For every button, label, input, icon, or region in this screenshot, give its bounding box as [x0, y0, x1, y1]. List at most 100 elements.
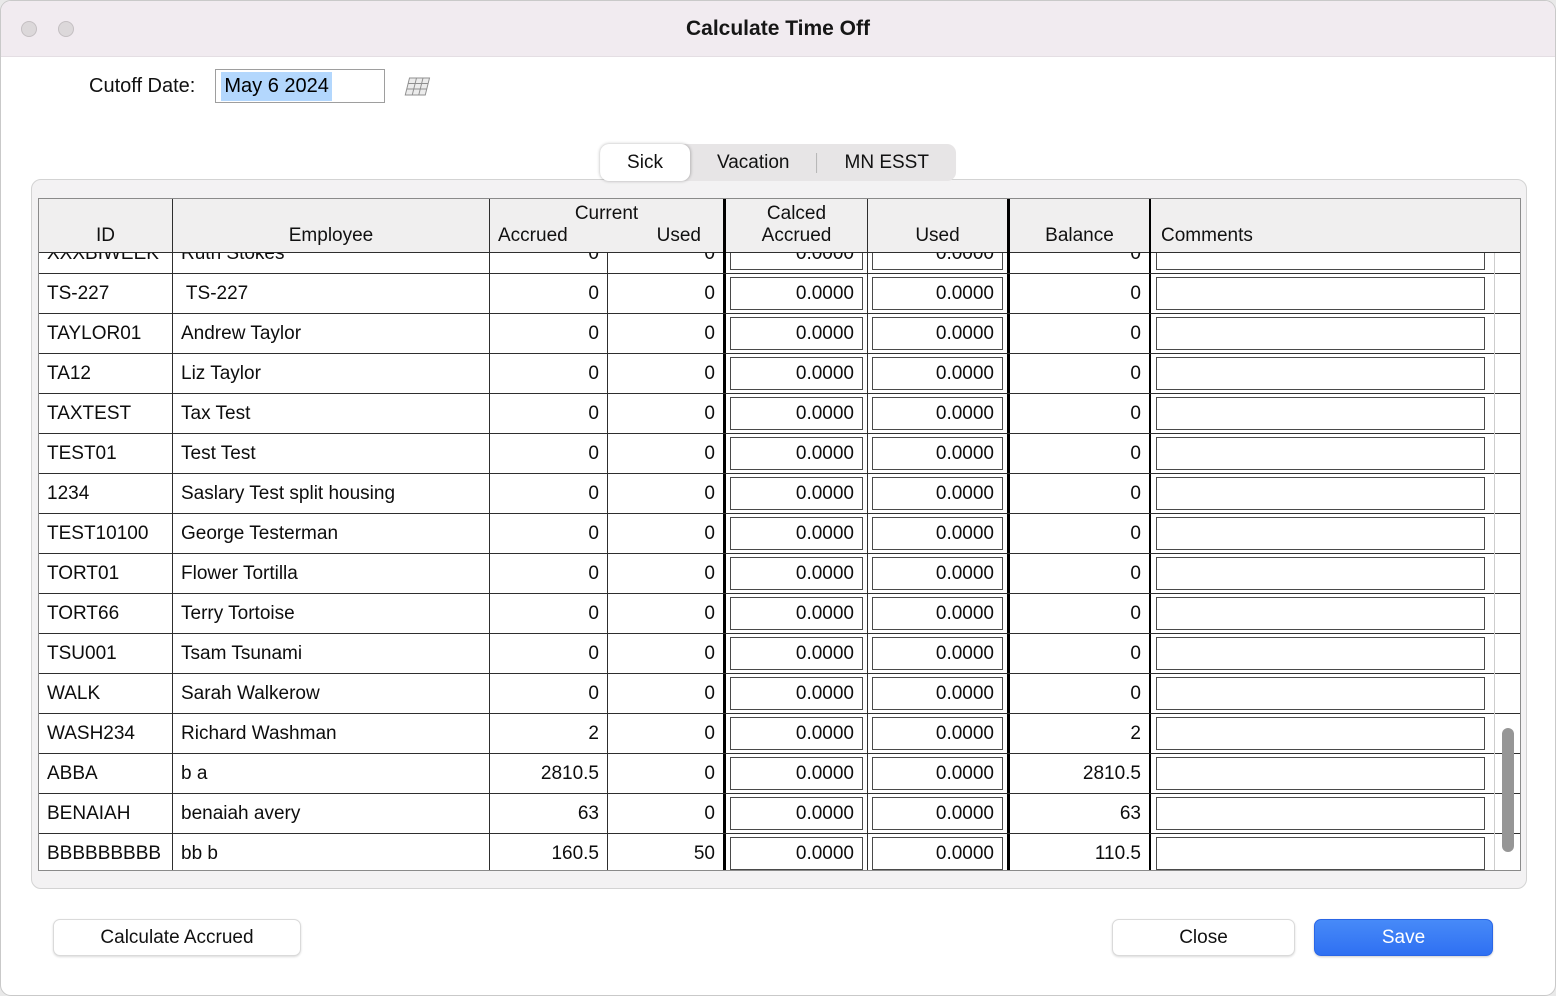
calced-accrued-field[interactable]: 0.0000 [730, 397, 863, 430]
comment-field[interactable] [1156, 717, 1485, 750]
calced-used-field[interactable]: 0.0000 [872, 397, 1003, 430]
table-row: BBBBBBBBB bb b 160.5 50 0.0000 0.0000 11… [39, 834, 1520, 870]
calced-used-field[interactable]: 0.0000 [872, 437, 1003, 470]
cell-calced-used: 0.0000 [868, 834, 1010, 870]
table-row: ABBA b a 2810.5 0 0.0000 0.0000 2810.5 [39, 754, 1520, 794]
cell-current-accrued: 2810.5 [490, 754, 608, 793]
tab-vacation[interactable]: Vacation [690, 144, 817, 181]
calced-accrued-field[interactable]: 0.0000 [730, 477, 863, 510]
cell-current-accrued: 0 [490, 594, 608, 633]
comment-field[interactable] [1156, 397, 1485, 430]
cell-id: TORT66 [39, 594, 173, 633]
calced-used-field[interactable]: 0.0000 [872, 357, 1003, 390]
vertical-scrollbar[interactable] [1494, 253, 1520, 870]
calced-used-field[interactable]: 0.0000 [872, 797, 1003, 830]
calced-used-field[interactable]: 0.0000 [872, 757, 1003, 790]
cutoff-date-input[interactable]: May 6 2024 [215, 69, 386, 103]
cell-id: XXXBIWEEK [39, 253, 173, 273]
cell-balance: 0 [1010, 514, 1151, 553]
cell-calced-accrued: 0.0000 [726, 394, 868, 433]
comment-field[interactable] [1156, 557, 1485, 590]
cell-current-used: 0 [608, 594, 726, 633]
close-window-button[interactable] [21, 21, 37, 37]
calced-used-field[interactable]: 0.0000 [872, 837, 1003, 870]
tab-vacation-label: Vacation [716, 151, 790, 173]
close-button[interactable]: Close [1112, 919, 1295, 956]
calced-accrued-field[interactable]: 0.0000 [730, 797, 863, 830]
cell-calced-accrued: 0.0000 [726, 474, 868, 513]
comment-field[interactable] [1156, 477, 1485, 510]
calced-accrued-field[interactable]: 0.0000 [730, 357, 863, 390]
calced-accrued-field[interactable]: 0.0000 [730, 597, 863, 630]
calced-used-field[interactable]: 0.0000 [872, 557, 1003, 590]
tab-mn-esst[interactable]: MN ESST [817, 144, 955, 181]
cell-balance: 0 [1010, 434, 1151, 473]
save-button[interactable]: Save [1314, 919, 1493, 956]
calced-used-field[interactable]: 0.0000 [872, 477, 1003, 510]
scrollbar-thumb[interactable] [1502, 728, 1514, 853]
cell-employee: George Testerman [173, 514, 490, 553]
calced-accrued-field[interactable]: 0.0000 [730, 253, 863, 270]
comment-field[interactable] [1156, 637, 1485, 670]
comment-field[interactable] [1156, 757, 1485, 790]
calced-used-field[interactable]: 0.0000 [872, 253, 1003, 270]
cell-current-used: 50 [608, 834, 726, 870]
comment-field[interactable] [1156, 357, 1485, 390]
cell-calced-accrued: 0.0000 [726, 714, 868, 753]
comment-field[interactable] [1156, 797, 1485, 830]
cell-employee: Terry Tortoise [173, 594, 490, 633]
cell-calced-accrued: 0.0000 [726, 674, 868, 713]
comment-field[interactable] [1156, 317, 1485, 350]
cell-current-accrued: 160.5 [490, 834, 608, 870]
minimize-window-button[interactable] [58, 21, 74, 37]
cell-employee: Liz Taylor [173, 354, 490, 393]
tab-sick[interactable]: Sick [600, 144, 690, 181]
cell-id: TEST10100 [39, 514, 173, 553]
cell-calced-used: 0.0000 [868, 554, 1010, 593]
table-row: WASH234 Richard Washman 2 0 0.0000 0.000… [39, 714, 1520, 754]
calculate-accrued-button[interactable]: Calculate Accrued [53, 919, 301, 956]
cell-comments [1151, 754, 1520, 793]
calced-used-field[interactable]: 0.0000 [872, 717, 1003, 750]
cell-id: BENAIAH [39, 794, 173, 833]
calced-used-field[interactable]: 0.0000 [872, 677, 1003, 710]
table-row: TSU001 Tsam Tsunami 0 0 0.0000 0.0000 0 [39, 634, 1520, 674]
cell-employee: Andrew Taylor [173, 314, 490, 353]
calced-accrued-field[interactable]: 0.0000 [730, 317, 863, 350]
table-body: XXXBIWEEK Ruth Stokes 0 0 0.0000 0.0000 … [39, 253, 1520, 870]
calced-used-field[interactable]: 0.0000 [872, 277, 1003, 310]
calced-accrued-field[interactable]: 0.0000 [730, 517, 863, 550]
calced-used-field[interactable]: 0.0000 [872, 517, 1003, 550]
calced-accrued-field[interactable]: 0.0000 [730, 437, 863, 470]
calced-accrued-field[interactable]: 0.0000 [730, 837, 863, 870]
comment-field[interactable] [1156, 253, 1485, 270]
comment-field[interactable] [1156, 517, 1485, 550]
cell-current-used: 0 [608, 394, 726, 433]
calendar-icon[interactable] [403, 75, 431, 97]
comment-field[interactable] [1156, 437, 1485, 470]
cell-current-used: 0 [608, 794, 726, 833]
calced-accrued-field[interactable]: 0.0000 [730, 557, 863, 590]
comment-field[interactable] [1156, 277, 1485, 310]
cell-calced-accrued: 0.0000 [726, 754, 868, 793]
comment-field[interactable] [1156, 837, 1485, 870]
calced-used-field[interactable]: 0.0000 [872, 317, 1003, 350]
calced-accrued-field[interactable]: 0.0000 [730, 717, 863, 750]
cell-comments [1151, 554, 1520, 593]
cell-balance: 0 [1010, 354, 1151, 393]
comment-field[interactable] [1156, 677, 1485, 710]
comment-field[interactable] [1156, 597, 1485, 630]
calced-used-field[interactable]: 0.0000 [872, 637, 1003, 670]
cell-calced-used: 0.0000 [868, 394, 1010, 433]
calced-used-field[interactable]: 0.0000 [872, 597, 1003, 630]
cell-balance: 0 [1010, 394, 1151, 433]
calced-accrued-field[interactable]: 0.0000 [730, 757, 863, 790]
cell-calced-used: 0.0000 [868, 314, 1010, 353]
calced-accrued-field[interactable]: 0.0000 [730, 277, 863, 310]
tab-bar: Sick Vacation MN ESST [600, 144, 956, 181]
cell-current-accrued: 0 [490, 394, 608, 433]
table-row: 1234 Saslary Test split housing 0 0 0.00… [39, 474, 1520, 514]
calced-accrued-field[interactable]: 0.0000 [730, 677, 863, 710]
calced-accrued-field[interactable]: 0.0000 [730, 637, 863, 670]
cell-employee: b a [173, 754, 490, 793]
